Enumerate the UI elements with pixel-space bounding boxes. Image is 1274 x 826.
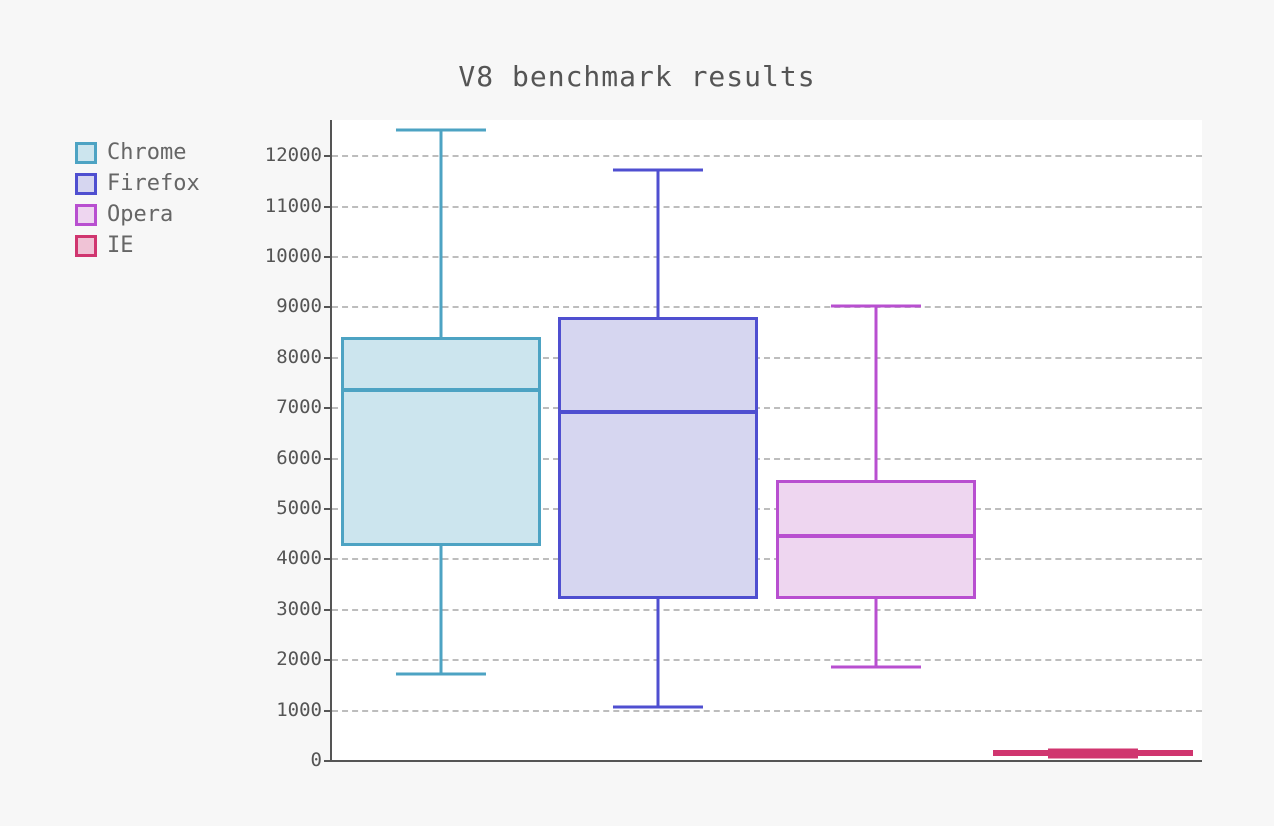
box-iqr bbox=[776, 480, 976, 598]
legend-swatch bbox=[75, 173, 97, 195]
whisker-cap-min bbox=[831, 665, 921, 668]
y-tick-label: 7000 bbox=[276, 396, 332, 418]
legend: Chrome Firefox Opera IE bbox=[75, 140, 200, 264]
y-tick-label: 5000 bbox=[276, 497, 332, 519]
median-line bbox=[341, 388, 541, 392]
y-tick-label: 6000 bbox=[276, 447, 332, 469]
box-iqr bbox=[341, 337, 541, 546]
y-tick-label: 8000 bbox=[276, 346, 332, 368]
box-series-chrome bbox=[341, 120, 541, 760]
chart-title: V8 benchmark results bbox=[0, 60, 1274, 93]
y-tick-label: 10000 bbox=[265, 245, 332, 267]
legend-item-chrome: Chrome bbox=[75, 140, 200, 165]
y-tick-label: 2000 bbox=[276, 648, 332, 670]
legend-swatch bbox=[75, 142, 97, 164]
y-tick-label: 0 bbox=[311, 749, 332, 771]
whisker-cap-max bbox=[396, 129, 486, 132]
legend-label: Opera bbox=[107, 202, 173, 227]
y-tick-label: 1000 bbox=[276, 699, 332, 721]
chart-container: V8 benchmark results Chrome Firefox Opera I… bbox=[0, 0, 1274, 826]
median-line bbox=[558, 410, 758, 414]
median-line bbox=[993, 752, 1193, 756]
legend-item-firefox: Firefox bbox=[75, 171, 200, 196]
box-iqr bbox=[558, 317, 758, 599]
y-tick-label: 3000 bbox=[276, 598, 332, 620]
y-tick-label: 12000 bbox=[265, 144, 332, 166]
whisker-cap-max bbox=[831, 305, 921, 308]
whisker-cap-min bbox=[613, 706, 703, 709]
legend-label: Firefox bbox=[107, 171, 200, 196]
plot-area: 0100020003000400050006000700080009000100… bbox=[330, 120, 1202, 762]
legend-item-opera: Opera bbox=[75, 202, 200, 227]
legend-swatch bbox=[75, 204, 97, 226]
legend-label: IE bbox=[107, 233, 134, 258]
y-tick-label: 4000 bbox=[276, 547, 332, 569]
y-tick-label: 11000 bbox=[265, 195, 332, 217]
legend-label: Chrome bbox=[107, 140, 186, 165]
whisker-cap-max bbox=[613, 169, 703, 172]
box-series-firefox bbox=[558, 120, 758, 760]
legend-swatch bbox=[75, 235, 97, 257]
legend-item-ie: IE bbox=[75, 233, 200, 258]
whisker-cap-min bbox=[396, 673, 486, 676]
box-series-ie bbox=[993, 120, 1193, 760]
box-series-opera bbox=[776, 120, 976, 760]
y-tick-label: 9000 bbox=[276, 295, 332, 317]
median-line bbox=[776, 534, 976, 538]
